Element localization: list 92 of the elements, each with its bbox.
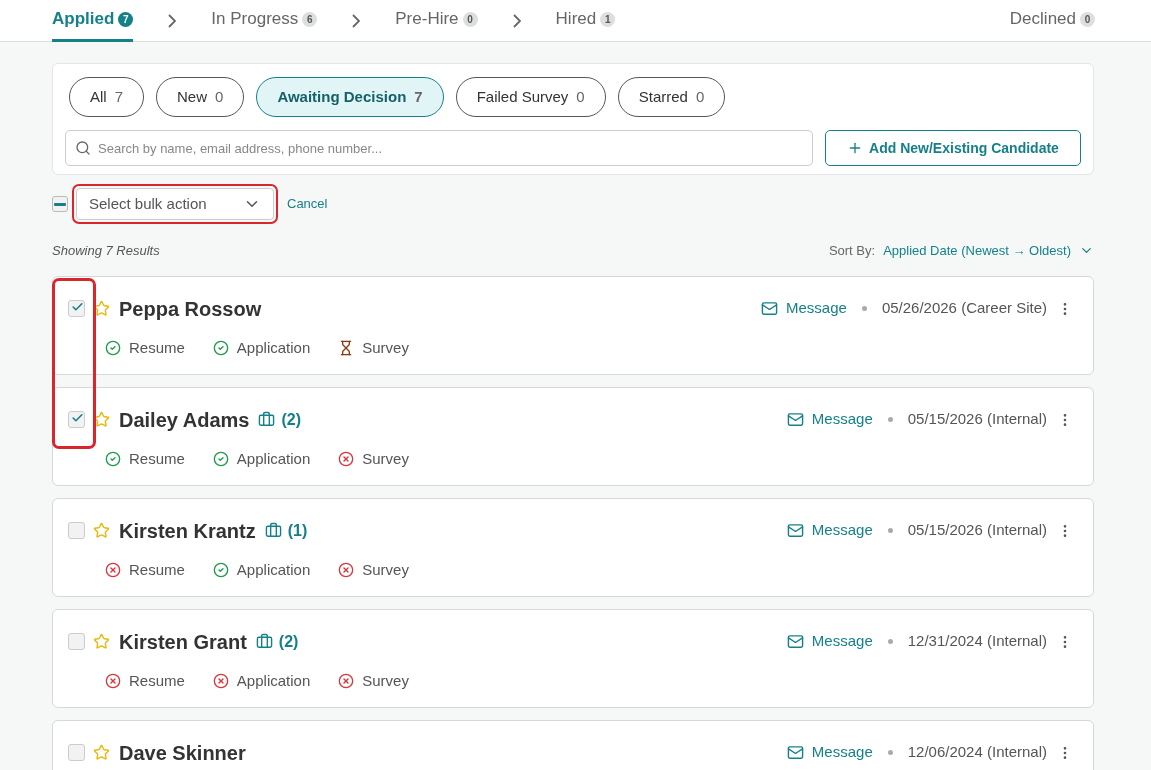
envelope-icon: [786, 633, 804, 650]
check-circle-icon: [212, 561, 229, 578]
check-circle-icon: [212, 450, 229, 467]
status-label: Survey: [362, 448, 409, 469]
filter-chip[interactable]: Failed Survey 0: [455, 77, 606, 117]
applied-date: 12/06/2024 (Internal): [907, 742, 1047, 763]
x-circle-icon: [338, 672, 355, 689]
x-circle-icon: [338, 450, 355, 467]
stage-tab[interactable]: Pre-Hire 0: [395, 0, 478, 42]
chevron-right-icon: [352, 13, 361, 28]
search-icon: [75, 140, 91, 156]
row-checkbox[interactable]: [68, 411, 85, 428]
search-field[interactable]: Search by name, email address, phone number...: [65, 130, 813, 166]
status-label: Survey: [362, 337, 409, 358]
x-circle-icon: [212, 672, 229, 689]
candidate-name[interactable]: Kirsten Krantz: [119, 515, 256, 546]
envelope-icon: [786, 411, 804, 428]
stage-tab[interactable]: Hired 1: [555, 0, 616, 42]
dot-separator: [861, 306, 867, 311]
applied-date: 05/26/2026 (Career Site): [881, 298, 1047, 319]
check-circle-icon: [105, 339, 121, 356]
job-count[interactable]: (2): [281, 407, 301, 432]
briefcase-icon: [258, 411, 276, 428]
chevron-right-icon: [512, 13, 521, 28]
candidate-name[interactable]: Dave Skinner: [119, 737, 246, 768]
briefcase-icon: [255, 633, 273, 650]
star-icon[interactable]: [93, 411, 110, 428]
sort-dropdown[interactable]: Applied Date (Newest → Oldest): [883, 241, 1094, 261]
briefcase-icon: [264, 522, 282, 539]
star-icon[interactable]: [93, 300, 110, 317]
star-icon[interactable]: [93, 744, 110, 761]
results-count: Showing 7 Results: [52, 242, 160, 260]
message-link[interactable]: Message: [761, 297, 847, 320]
row-checkbox[interactable]: [68, 522, 85, 539]
bulk-action-select[interactable]: Select bulk action: [72, 184, 278, 224]
status-label: Application: [236, 337, 311, 358]
dot-separator: [887, 750, 893, 755]
check-circle-icon: [212, 339, 229, 356]
star-icon[interactable]: [93, 522, 110, 539]
dot-separator: [887, 639, 893, 644]
message-link[interactable]: Message: [786, 741, 873, 764]
status-label: Resume: [129, 337, 185, 358]
envelope-icon: [786, 522, 804, 539]
filter-chip[interactable]: Starred 0: [617, 77, 726, 117]
x-circle-icon: [105, 561, 121, 578]
message-link[interactable]: Message: [786, 408, 873, 431]
row-checkbox[interactable]: [68, 633, 85, 650]
count-badge: 0: [1080, 11, 1095, 27]
row-checkbox[interactable]: [68, 744, 85, 761]
status-label: Application: [236, 670, 311, 691]
count-badge: 7: [118, 11, 134, 27]
add-candidate-button[interactable]: Add New/Existing Candidate: [825, 130, 1081, 166]
count-badge: 1: [600, 11, 616, 27]
applied-date: 12/31/2024 (Internal): [907, 631, 1047, 652]
status-label: Resume: [129, 670, 185, 691]
message-link[interactable]: Message: [786, 630, 873, 653]
minus-icon: [54, 202, 66, 206]
job-count[interactable]: (2): [278, 629, 299, 654]
status-label: Survey: [362, 670, 409, 691]
chevron-right-icon: [168, 13, 177, 28]
sort-label: Sort By:: [828, 242, 876, 260]
stage-tab[interactable]: In Progress 6: [211, 0, 318, 42]
candidate-name[interactable]: Peppa Rossow: [119, 293, 262, 324]
count-badge: 0: [462, 11, 478, 27]
stage-tab[interactable]: Declined 0: [1009, 0, 1095, 42]
check-circle-icon: [105, 450, 121, 467]
select-all-checkbox[interactable]: [52, 196, 68, 212]
status-label: Survey: [362, 559, 409, 580]
filter-chip[interactable]: Awaiting Decision 7: [256, 77, 444, 117]
x-circle-icon: [105, 672, 121, 689]
filter-chip[interactable]: All 7: [69, 77, 144, 117]
filter-chip[interactable]: New 0: [156, 77, 245, 117]
candidate-name[interactable]: Kirsten Grant: [119, 626, 247, 657]
envelope-icon: [761, 300, 778, 317]
message-link[interactable]: Message: [786, 519, 873, 542]
status-label: Application: [236, 448, 311, 469]
dot-separator: [887, 528, 893, 533]
candidate-name[interactable]: Dailey Adams: [119, 404, 250, 435]
envelope-icon: [786, 744, 804, 761]
row-checkbox[interactable]: [68, 300, 85, 317]
status-label: Resume: [129, 559, 185, 580]
applied-date: 05/15/2026 (Internal): [907, 409, 1047, 430]
cancel-link[interactable]: Cancel: [287, 194, 328, 214]
x-circle-icon: [338, 561, 355, 578]
count-badge: 6: [302, 11, 318, 27]
star-icon[interactable]: [93, 633, 110, 650]
status-label: Application: [236, 559, 311, 580]
stage-tab[interactable]: Applied 7: [52, 0, 134, 42]
dot-separator: [887, 417, 893, 422]
job-count[interactable]: (1): [287, 518, 308, 543]
status-label: Resume: [129, 448, 185, 469]
applied-date: 05/15/2026 (Internal): [907, 520, 1047, 541]
